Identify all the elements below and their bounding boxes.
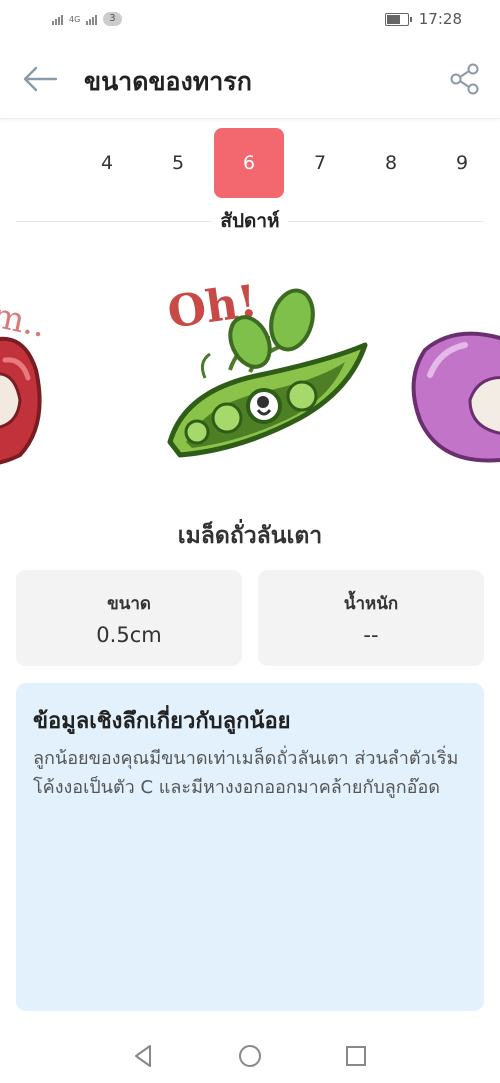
- nav-home-button[interactable]: [236, 1042, 264, 1070]
- weight-card: น้ำหนัก --: [258, 570, 484, 666]
- next-fruit-image[interactable]: [411, 331, 500, 463]
- size-card: ขนาด 0.5cm: [16, 570, 242, 666]
- fruit-name: เมล็ดถั่วลันเตา: [177, 523, 323, 549]
- weight-label: น้ำหนัก: [343, 594, 399, 614]
- back-triangle-icon: [135, 1045, 151, 1067]
- status-bar: 4G 3 17:28: [0, 0, 500, 38]
- signal-icon-2: [86, 13, 98, 25]
- arrow-left-icon: [23, 66, 58, 92]
- week-7[interactable]: 7: [285, 128, 355, 198]
- size-label: ขนาด: [107, 594, 151, 614]
- battery-icon: [384, 12, 412, 26]
- nav-recents-button[interactable]: [342, 1042, 370, 1070]
- insight-title: ข้อมูลเชิงลึกเกี่ยวกับลูกน้อย: [33, 709, 291, 734]
- week-selector: 4 5 6 7 8 9: [0, 128, 500, 198]
- week-unit-label: สัปดาห์: [0, 206, 500, 236]
- page-title: ขนาดของทารก: [84, 67, 252, 96]
- prev-fruit-image[interactable]: m..: [0, 295, 49, 465]
- sim-badge: 3: [103, 12, 122, 26]
- app-bar: ขนาดของทารก: [0, 40, 500, 119]
- clock: 17:28: [418, 10, 462, 28]
- status-right: 17:28: [384, 10, 462, 28]
- weight-value: --: [363, 623, 379, 647]
- insight-card: ข้อมูลเชิงลึกเกี่ยวกับลูกน้อย ลูกน้อยของ…: [16, 683, 484, 1011]
- nav-back-button[interactable]: [130, 1042, 158, 1070]
- system-nav-bar: [0, 1030, 500, 1083]
- signal-icon: [52, 13, 63, 25]
- week-8[interactable]: 8: [356, 128, 426, 198]
- week-6-selected[interactable]: 6: [214, 128, 284, 198]
- week-4[interactable]: 4: [72, 128, 142, 198]
- signal-area: 4G 3: [52, 12, 122, 26]
- week-5[interactable]: 5: [143, 128, 213, 198]
- pea-pod-image[interactable]: Oh!: [165, 276, 368, 458]
- size-carousel[interactable]: m.. Oh!: [0, 250, 500, 480]
- back-button[interactable]: [20, 62, 60, 96]
- share-button[interactable]: [448, 62, 482, 96]
- network-label: 4G: [69, 14, 81, 24]
- size-value: 0.5cm: [96, 623, 162, 647]
- recents-square-icon: [346, 1046, 366, 1066]
- share-icon: [450, 63, 479, 95]
- week-9[interactable]: 9: [427, 128, 497, 198]
- insight-body: ลูกน้อยของคุณมีขนาดเท่าเมล็ดถั่วลันเตา ส…: [33, 748, 459, 798]
- home-circle-icon: [239, 1045, 261, 1067]
